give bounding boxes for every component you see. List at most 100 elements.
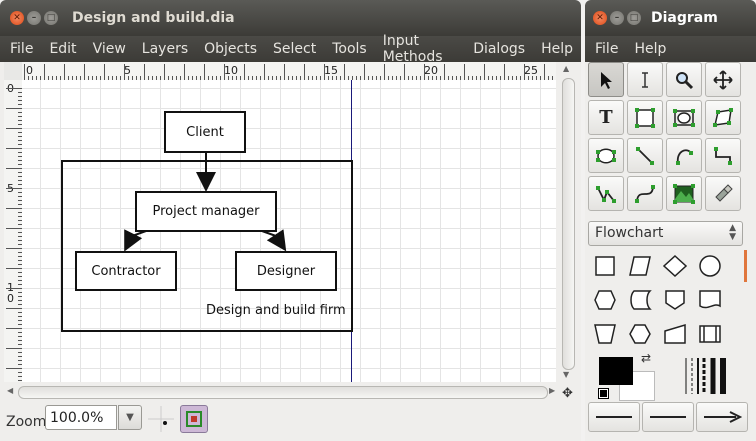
preparation-shape-icon[interactable] [588, 284, 622, 316]
document-shape-icon[interactable] [693, 284, 727, 316]
scroll-thumb[interactable] [562, 78, 575, 370]
ruler-tick [404, 64, 405, 80]
start-arrow-button[interactable] [588, 402, 640, 432]
ruler-label: 20 [424, 64, 438, 77]
snap-to-grid-icon[interactable] [148, 406, 174, 432]
menu-view[interactable]: View [85, 41, 134, 57]
ruler-tick [6, 368, 22, 369]
scroll-thumb[interactable] [18, 386, 548, 399]
terminal-shape-icon[interactable] [623, 318, 657, 350]
ruler-tick [6, 188, 22, 189]
connector-shape-icon[interactable] [693, 250, 727, 282]
outline-icon[interactable] [705, 176, 741, 211]
menu-edit[interactable]: Edit [41, 41, 84, 57]
ruler-tick [544, 64, 545, 80]
scroll-right-icon[interactable]: ▶ [549, 386, 555, 395]
diagram-canvas[interactable]: Design and build firm Client Project man… [22, 80, 556, 382]
tool-grid: T [588, 62, 741, 211]
scroll-icon[interactable] [705, 62, 741, 97]
menu-bar: File Edit View Layers Objects Select Too… [0, 33, 581, 65]
node-designer[interactable]: Designer [235, 251, 337, 291]
sheet-selector[interactable]: Flowchart ▲ ▼ [588, 221, 743, 246]
ruler-tick [344, 64, 345, 80]
process-shape-icon[interactable] [588, 250, 622, 282]
ruler-tick [84, 64, 85, 80]
color-selector[interactable]: ⇄ [598, 351, 659, 401]
manual-input-shape-icon[interactable] [658, 318, 692, 350]
zigzag-line-icon[interactable] [705, 138, 741, 173]
line-width-selector[interactable] [684, 356, 734, 396]
menu-select[interactable]: Select [265, 41, 324, 57]
data-shape-icon[interactable] [623, 250, 657, 282]
decision-shape-icon[interactable] [658, 250, 692, 282]
swap-colors-icon[interactable]: ⇄ [641, 351, 651, 365]
ruler-tick [6, 208, 22, 209]
ruler-tick [384, 64, 385, 80]
ruler-tick [184, 64, 185, 80]
predefined-process-shape-icon[interactable] [693, 318, 727, 350]
horizontal-ruler: 0 5 10 15 20 25 [22, 62, 556, 81]
menu-help[interactable]: Help [626, 41, 674, 57]
node-project-manager[interactable]: Project manager [135, 191, 277, 232]
default-colors-icon[interactable] [598, 388, 609, 399]
line-style-button[interactable] [642, 402, 694, 432]
menu-tools[interactable]: Tools [324, 41, 375, 57]
ellipse-icon[interactable] [666, 100, 702, 135]
arrow-style-selector [588, 402, 748, 432]
horizontal-scrollbar[interactable]: ◀ ▶ [4, 384, 560, 400]
menu-layers[interactable]: Layers [134, 41, 196, 57]
snap-to-objects-icon[interactable] [180, 405, 208, 433]
navigation-icon[interactable]: ✥ [562, 386, 573, 401]
text-edit-icon[interactable] [627, 62, 663, 97]
menu-help[interactable]: Help [533, 41, 581, 57]
menu-file[interactable]: File [0, 41, 41, 57]
ruler-tick [44, 64, 45, 80]
palette-scroll-indicator[interactable] [744, 250, 747, 282]
minimize-icon[interactable]: – [610, 11, 624, 25]
menu-input-methods[interactable]: Input Methods [375, 33, 465, 65]
vertical-scrollbar[interactable]: ▲ ▼ [560, 62, 576, 382]
vertical-ruler: 0 5 1 0 [4, 80, 23, 382]
shape-palette [588, 250, 743, 350]
ruler-label: 15 [324, 64, 338, 77]
offpage-shape-icon[interactable] [658, 284, 692, 316]
zoom-dropdown-icon[interactable]: ▼ [118, 405, 142, 430]
bezier-line-icon[interactable] [627, 176, 663, 211]
stored-data-shape-icon[interactable] [623, 284, 657, 316]
title-bar: ✕ – □ Diagram [585, 0, 756, 36]
scroll-down-icon[interactable]: ▼ [563, 370, 569, 379]
ruler-label: 10 [224, 64, 238, 77]
node-client[interactable]: Client [164, 111, 246, 153]
magnify-icon[interactable] [666, 62, 702, 97]
arc-icon[interactable] [666, 138, 702, 173]
ruler-tick [464, 64, 465, 80]
menu-dialogs[interactable]: Dialogs [465, 41, 533, 57]
box-icon[interactable] [627, 100, 663, 135]
ruler-label: 5 [124, 64, 131, 77]
ruler-tick [164, 64, 165, 80]
window-title: Design and build.dia [72, 10, 235, 26]
menu-file[interactable]: File [585, 41, 626, 57]
beziergon-icon[interactable] [588, 138, 624, 173]
menu-objects[interactable]: Objects [196, 41, 265, 57]
scroll-up-icon[interactable]: ▲ [563, 64, 569, 73]
line-icon[interactable] [627, 138, 663, 173]
close-icon[interactable]: ✕ [593, 11, 607, 25]
close-icon[interactable]: ✕ [10, 11, 24, 25]
maximize-icon[interactable]: □ [627, 11, 641, 25]
polyline-icon[interactable] [588, 176, 624, 211]
maximize-icon[interactable]: □ [44, 11, 58, 25]
node-contractor[interactable]: Contractor [75, 251, 177, 291]
scroll-left-icon[interactable]: ◀ [7, 386, 13, 395]
manual-operation-shape-icon[interactable] [588, 318, 622, 350]
polygon-icon[interactable] [705, 100, 741, 135]
ruler-tick [24, 64, 25, 80]
image-icon[interactable] [666, 176, 702, 211]
ruler-tick [6, 288, 22, 289]
window-title: Diagram [651, 10, 718, 26]
zoom-input[interactable] [45, 405, 117, 430]
minimize-icon[interactable]: – [27, 11, 41, 25]
end-arrow-button[interactable] [696, 402, 748, 432]
pointer-icon[interactable] [588, 62, 624, 97]
text-icon[interactable]: T [588, 100, 624, 135]
